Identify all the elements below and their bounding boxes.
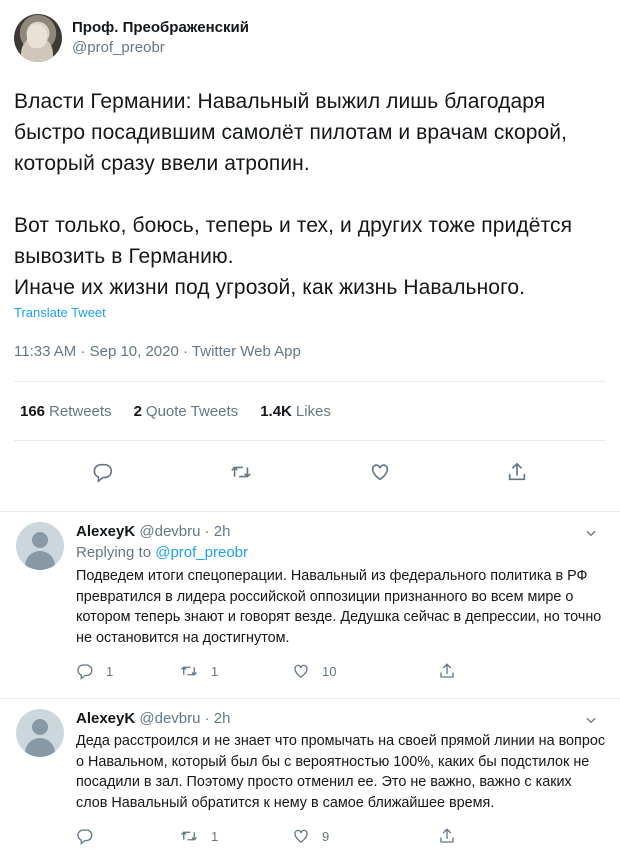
reply-actions: 1 1 10	[76, 648, 606, 694]
reply-count: 1	[106, 663, 114, 679]
tweet-stats: 166 Retweets 2 Quote Tweets 1.4K Likes	[14, 382, 606, 440]
reply-action[interactable]	[76, 827, 179, 845]
avatar[interactable]	[16, 522, 64, 570]
reply-author-name[interactable]: AlexeyK	[76, 523, 135, 540]
quote-tweets-stat[interactable]: 2 Quote Tweets	[134, 403, 239, 420]
reply-header: AlexeyK @devbru · 2h	[76, 522, 606, 542]
reply-author-name[interactable]: AlexeyK	[76, 710, 135, 727]
reply-text: Подведем итоги спецоперации. Навальный и…	[76, 568, 602, 646]
reply-time[interactable]: · 2h	[205, 523, 231, 540]
like-icon[interactable]	[292, 827, 310, 845]
retweet-count: 1	[211, 663, 219, 679]
retweet-icon[interactable]	[229, 461, 253, 483]
share-action[interactable]	[438, 662, 541, 680]
reply-tweet[interactable]: AlexeyK @devbru · 2h Деда расстроился и …	[0, 699, 620, 859]
reply-body: AlexeyK @devbru · 2h Replying to @prof_p…	[76, 522, 606, 694]
like-icon[interactable]	[369, 461, 391, 483]
likes-stat[interactable]: 1.4K Likes	[260, 403, 331, 420]
avatar[interactable]	[14, 14, 62, 62]
reply-author-handle[interactable]: @devbru	[139, 710, 200, 727]
reply-text: Деда расстроился и не знает что промычат…	[76, 733, 606, 811]
like-count: 9	[322, 828, 330, 844]
reply-tweet[interactable]: AlexeyK @devbru · 2h Replying to @prof_p…	[0, 512, 620, 694]
tweet-author[interactable]: Проф. Преображенский @prof_preobr	[14, 12, 606, 64]
like-icon[interactable]	[292, 662, 310, 680]
reply-time[interactable]: · 2h	[205, 710, 231, 727]
translate-tweet-link[interactable]: Translate Tweet	[14, 305, 106, 320]
chevron-down-icon[interactable]	[584, 713, 598, 732]
reply-body: AlexeyK @devbru · 2h Деда расстроился и …	[76, 709, 606, 859]
reply-icon[interactable]	[76, 662, 94, 680]
reply-icon[interactable]	[92, 461, 114, 483]
reply-icon[interactable]	[76, 827, 94, 845]
retweets-stat[interactable]: 166 Retweets	[20, 403, 112, 420]
author-name[interactable]: Проф. Преображенский	[72, 18, 249, 38]
chevron-down-icon[interactable]	[584, 526, 598, 545]
retweet-count: 1	[211, 828, 219, 844]
main-tweet: Проф. Преображенский @prof_preobr Власти…	[0, 0, 620, 503]
like-action[interactable]: 9	[292, 827, 438, 845]
replying-to-label: Replying to	[76, 544, 152, 561]
share-action[interactable]	[438, 827, 541, 845]
like-count: 10	[322, 663, 337, 679]
reply-header: AlexeyK @devbru · 2h	[76, 709, 606, 729]
avatar[interactable]	[16, 709, 64, 757]
tweet-meta[interactable]: 11:33 AM · Sep 10, 2020 · Twitter Web Ap…	[14, 343, 606, 360]
retweet-icon[interactable]	[179, 827, 199, 845]
reply-author-handle[interactable]: @devbru	[139, 523, 200, 540]
retweet-action[interactable]: 1	[179, 827, 292, 845]
tweet-actions	[14, 441, 606, 503]
author-handle[interactable]: @prof_preobr	[72, 38, 249, 58]
retweet-icon[interactable]	[179, 662, 199, 680]
retweet-action[interactable]: 1	[179, 662, 292, 680]
like-action[interactable]: 10	[292, 662, 438, 680]
share-icon[interactable]	[438, 662, 456, 680]
share-icon[interactable]	[438, 827, 456, 845]
tweet-text: Власти Германии: Навальный выжил лишь бл…	[14, 90, 573, 299]
author-names: Проф. Преображенский @prof_preobr	[72, 18, 249, 58]
replying-to: Replying to @prof_preobr	[76, 542, 606, 564]
reply-action[interactable]: 1	[76, 662, 179, 680]
replying-to-link[interactable]: @prof_preobr	[155, 544, 248, 561]
share-icon[interactable]	[506, 461, 528, 483]
